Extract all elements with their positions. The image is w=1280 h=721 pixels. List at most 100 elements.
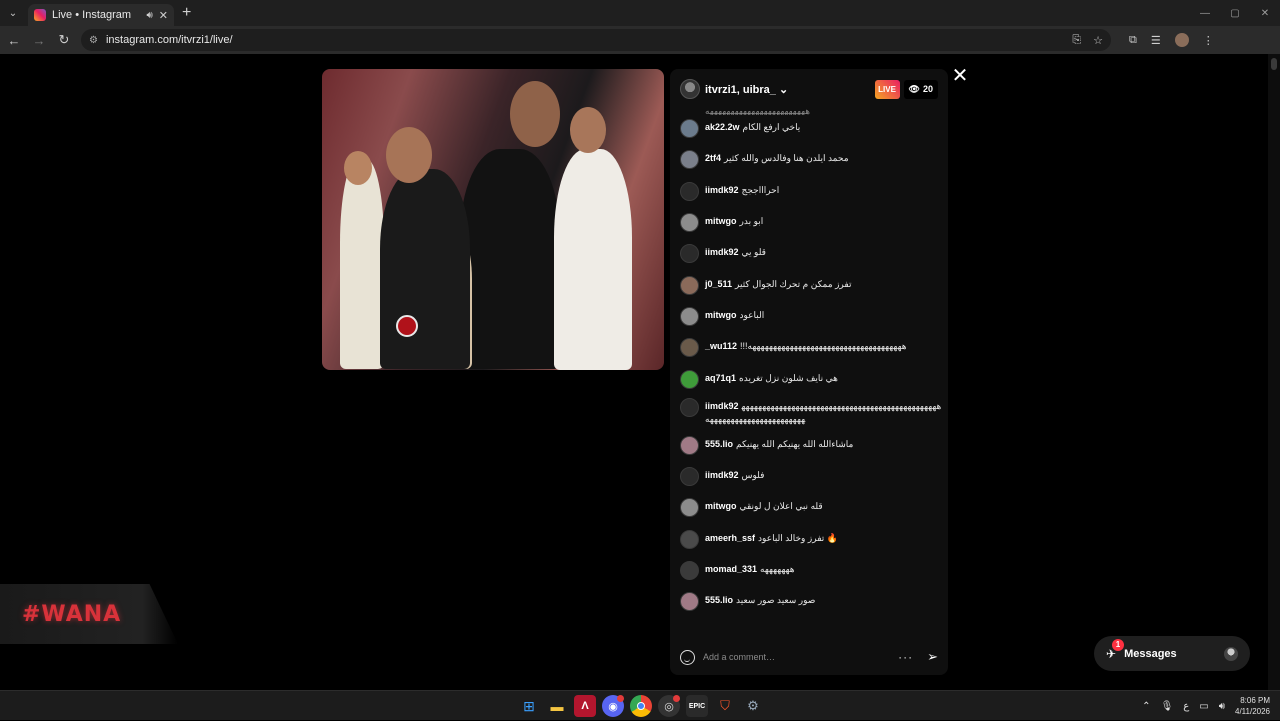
commenter-avatar[interactable] <box>680 398 699 417</box>
host-avatar[interactable] <box>680 79 700 99</box>
commenter-avatar[interactable] <box>680 370 699 389</box>
commenter-avatar[interactable] <box>680 436 699 455</box>
commenter-avatar[interactable] <box>680 592 699 611</box>
brave-icon[interactable]: ⛉ <box>714 695 736 717</box>
commenter-avatar[interactable] <box>680 561 699 580</box>
tab-search-button[interactable]: ⌄ <box>0 0 26 26</box>
extensions-icon[interactable]: ⧉ <box>1129 34 1137 47</box>
commenter-username[interactable]: 555.lio <box>705 439 733 449</box>
microphone-icon[interactable]: 🎙︎ <box>1161 701 1174 712</box>
close-window-button[interactable]: ✕ <box>1250 0 1280 26</box>
commenter-username[interactable]: momad_331 <box>705 564 757 574</box>
volume-icon[interactable]: 🔊︎ <box>1219 701 1225 712</box>
obs-icon[interactable]: ◎ <box>658 695 680 717</box>
comment-item[interactable]: iimdk92 فلوس <box>680 467 942 486</box>
comment-item[interactable]: iimdk92 قلو يي <box>680 244 942 263</box>
browser-tab-bar: ⌄ Live • Instagram 🔊︎ ✕ + — ▢ ✕ <box>0 0 1280 26</box>
commenter-avatar[interactable] <box>680 498 699 517</box>
browser-tab-active[interactable]: Live • Instagram 🔊︎ ✕ <box>28 4 174 26</box>
tray-chevron-up-icon[interactable]: ⌃ <box>1142 701 1150 712</box>
maximize-button[interactable]: ▢ <box>1220 0 1250 26</box>
comment-item[interactable]: momad_331 هههههههه <box>680 561 942 580</box>
speaker-icon[interactable]: 🔊︎ <box>146 10 152 21</box>
commenter-username[interactable]: _wu112 <box>705 341 737 351</box>
commenter-username[interactable]: mitwgo <box>705 216 737 226</box>
commenter-avatar[interactable] <box>680 467 699 486</box>
settings-icon[interactable]: ⚙︎ <box>742 695 764 717</box>
comment-item[interactable]: ak22.2w ياخي ارفع الكام <box>680 119 942 138</box>
commenter-username[interactable]: mitwgo <box>705 501 737 511</box>
reload-button[interactable]: ↻ <box>53 29 75 51</box>
commenter-avatar[interactable] <box>680 213 699 232</box>
affinity-icon[interactable]: Λ <box>574 695 596 717</box>
commenter-username[interactable]: ak22.2w <box>705 122 740 132</box>
file-explorer-icon[interactable]: ▬ <box>546 695 568 717</box>
comment-item[interactable]: iimdk92 ههههههههههههههههههههههههههههههههه… <box>680 398 942 426</box>
more-options-icon[interactable]: ··· <box>898 650 913 664</box>
comment-text: iimdk92 ههههههههههههههههههههههههههههههههه… <box>705 398 942 426</box>
commenter-avatar[interactable] <box>680 276 699 295</box>
comment-item[interactable]: aq71q1 هي نايف شلون نزل تغريده <box>680 370 942 389</box>
menu-kebab-icon[interactable]: ⋮ <box>1203 34 1214 47</box>
commenter-avatar[interactable] <box>680 150 699 169</box>
commenter-avatar[interactable] <box>680 307 699 326</box>
comment-item[interactable]: mitwgo قله نبي اعلان ل لونقي <box>680 498 942 517</box>
comment-item[interactable]: 2tf4 محمد ايلدن هنا وفالدس والله كثير <box>680 150 942 169</box>
commenter-avatar[interactable] <box>680 182 699 201</box>
commenter-avatar[interactable] <box>680 119 699 138</box>
window-controls: — ▢ ✕ <box>1190 0 1280 26</box>
comment-item[interactable]: mitwgo ابو بدر <box>680 213 942 232</box>
minimize-button[interactable]: — <box>1190 0 1220 26</box>
commenter-avatar[interactable] <box>680 530 699 549</box>
cast-icon[interactable]: ⎘ <box>1072 34 1081 47</box>
comment-item[interactable]: iimdk92 احراااججج <box>680 182 942 201</box>
emoji-icon[interactable] <box>680 649 695 665</box>
messages-label: Messages <box>1124 647 1177 660</box>
comment-body: الباعود <box>739 310 765 320</box>
windows-start-icon[interactable]: ⊞ <box>518 695 540 717</box>
discord-icon[interactable]: ◉ <box>602 695 624 717</box>
epic-games-icon[interactable]: EPIC <box>686 695 708 717</box>
commenter-username[interactable]: 2tf4 <box>705 153 721 163</box>
comment-item[interactable]: j0_511 تفرز ممكن م تحرك الجوال كثير <box>680 276 942 295</box>
commenter-username[interactable]: mitwgo <box>705 310 737 320</box>
comment-item[interactable]: 555.lio ماشاءالله الله يهنيكم الله يهنيكم <box>680 436 942 455</box>
scrollbar-thumb[interactable] <box>1271 58 1277 70</box>
back-button[interactable]: ← <box>3 29 25 51</box>
live-video-stream[interactable] <box>322 69 664 370</box>
commenter-username[interactable]: iimdk92 <box>705 401 739 411</box>
commenter-username[interactable]: j0_511 <box>705 279 732 289</box>
page-scrollbar[interactable] <box>1268 54 1280 690</box>
commenter-username[interactable]: iimdk92 <box>705 185 739 195</box>
clock[interactable]: 8:06 PM 4/11/2026 <box>1235 695 1270 717</box>
comment-item[interactable]: _wu112 !!!ههههههههههههههههههههههههههههههه… <box>680 338 942 357</box>
commenter-username[interactable]: iimdk92 <box>705 470 739 480</box>
comment-list[interactable]: ههههههههههههههههههههههههه ak22.2w ياخي ار… <box>670 109 948 639</box>
chrome-icon[interactable] <box>630 695 652 717</box>
commenter-avatar[interactable] <box>680 338 699 357</box>
language-indicator[interactable]: ع <box>1183 701 1189 712</box>
comment-body: ماشاءالله الله يهنيكم الله يهنيكم <box>736 439 854 449</box>
commenter-username[interactable]: aq71q1 <box>705 373 736 383</box>
tab-strip-icon[interactable]: ☰ <box>1151 34 1161 47</box>
messages-button[interactable]: ✈︎ 1 Messages <box>1094 636 1250 671</box>
send-icon[interactable]: ➢ <box>927 649 938 665</box>
new-tab-button[interactable]: + <box>182 4 191 22</box>
comment-input[interactable] <box>703 652 899 662</box>
site-info-icon[interactable]: ⚙︎ <box>89 35 98 46</box>
commenter-username[interactable]: 555.lio <box>705 595 733 605</box>
commenter-username[interactable]: ameerh_ssf <box>705 533 755 543</box>
comment-item[interactable]: 555.lio صور سعيد صور سعيد <box>680 592 942 611</box>
display-icon[interactable]: ▭ <box>1199 701 1208 712</box>
bookmark-star-icon[interactable]: ☆ <box>1093 34 1103 47</box>
address-bar[interactable]: ⚙︎ instagram.com/itvrzi1/live/ ⎘ ☆ <box>81 29 1111 51</box>
commenter-username[interactable]: iimdk92 <box>705 247 739 257</box>
host-names[interactable]: itvrzi1, uibra_ ⌄ <box>705 83 875 96</box>
close-live-button[interactable]: ✕ <box>950 66 970 86</box>
comment-item[interactable]: mitwgo الباعود <box>680 307 942 326</box>
commenter-avatar[interactable] <box>680 244 699 263</box>
profile-avatar[interactable] <box>1174 33 1189 47</box>
forward-button[interactable]: → <box>28 29 50 51</box>
close-tab-icon[interactable]: ✕ <box>159 9 168 22</box>
comment-item[interactable]: ameerh_ssf تفرز وخالد الباعود 🔥 <box>680 530 942 549</box>
